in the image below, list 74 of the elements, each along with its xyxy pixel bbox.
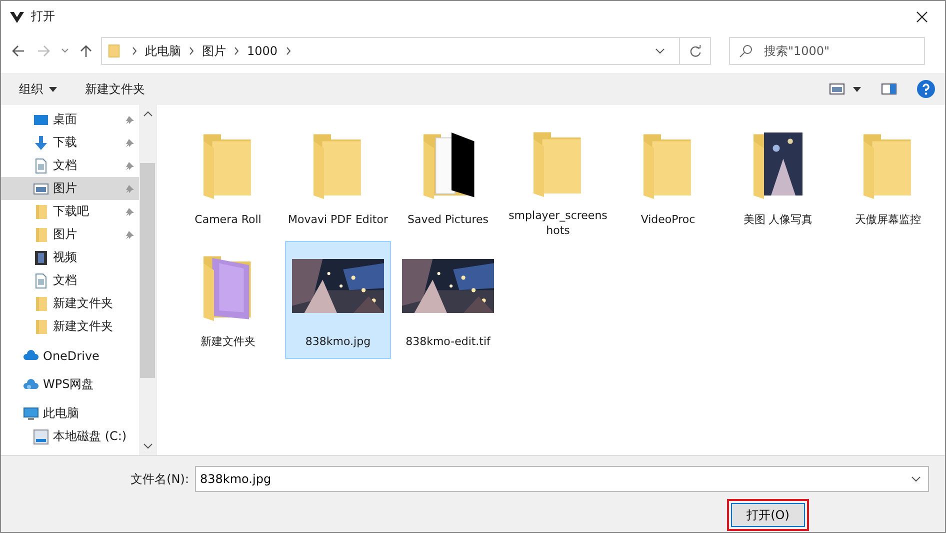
breadcrumb[interactable]: 图片 [202, 42, 226, 60]
folder-item[interactable]: VideoProc [615, 119, 721, 237]
document-icon [33, 272, 49, 288]
scroll-up-icon[interactable] [142, 111, 152, 117]
help-icon[interactable] [917, 80, 935, 98]
folder-item[interactable]: Saved Pictures [395, 119, 501, 237]
caret-icon [49, 86, 57, 92]
drive-icon [33, 428, 49, 444]
scroll-down-icon[interactable] [142, 443, 152, 449]
pin-icon [125, 138, 135, 148]
image-file[interactable]: 838kmo-edit.tif [395, 241, 501, 359]
image-file[interactable]: 838kmo.jpg [285, 241, 391, 359]
folder-item[interactable]: 美图 人像写真 [725, 119, 831, 237]
document-icon [33, 158, 49, 174]
sidebar-item[interactable]: 文档 [1, 154, 139, 177]
back-arrow-icon [11, 44, 25, 58]
folder-item[interactable]: 新建文件夹 [175, 241, 281, 359]
folder-item[interactable]: smplayer_screenshots [505, 119, 611, 237]
organize-menu[interactable]: 组织 [13, 78, 63, 100]
address-bar[interactable]: 此电脑 图片 1000 [101, 37, 711, 65]
sidebar-item[interactable]: 文档 [1, 269, 139, 292]
sidebar-item[interactable]: 本地磁盘 (C:) [1, 425, 139, 448]
sidebar-item[interactable]: OneDrive [1, 344, 139, 367]
film-icon [33, 250, 49, 266]
scrollbar[interactable] [139, 105, 156, 455]
pin-icon [125, 230, 135, 240]
folder-icon [33, 318, 49, 334]
breadcrumb[interactable]: 1000 [247, 44, 278, 58]
search-icon [739, 44, 753, 58]
sidebar-item[interactable]: 桌面 [1, 108, 139, 131]
view-icon[interactable] [829, 83, 845, 95]
sidebar-item[interactable]: 视频 [1, 246, 139, 269]
refresh-icon [688, 44, 702, 58]
sidebar-item[interactable]: 下载 [1, 131, 139, 154]
monitor-icon [23, 406, 39, 422]
breadcrumb[interactable]: 此电脑 [145, 42, 181, 60]
window-title: 打开 [31, 8, 55, 25]
sidebar-item[interactable]: 图片 [1, 177, 139, 200]
pin-icon [125, 184, 135, 194]
download-arrow-icon [33, 134, 49, 150]
filename-field[interactable]: 838kmo.jpg [195, 466, 929, 492]
folder-item[interactable]: Camera Roll [175, 119, 281, 237]
pin-icon [125, 114, 135, 124]
sidebar-item[interactable]: WPS网盘 [1, 373, 139, 396]
caret-icon [61, 48, 69, 54]
folder-icon [33, 204, 49, 220]
folder-icon [108, 43, 120, 59]
dropdown-icon[interactable] [655, 48, 665, 54]
preview-pane-icon[interactable] [881, 83, 897, 95]
folder-icon [33, 226, 49, 242]
forward-arrow-icon [37, 44, 51, 58]
folder-icon [33, 296, 49, 312]
sidebar-item[interactable]: 图片 [1, 223, 139, 246]
pin-icon [125, 206, 135, 216]
pin-icon [125, 160, 135, 170]
search-field[interactable]: 搜索"1000" [729, 37, 925, 65]
open-button[interactable]: 打开(O) [731, 503, 805, 527]
sidebar-item[interactable]: 下载吧 [1, 200, 139, 223]
sidebar-item[interactable]: 新建文件夹 [1, 315, 139, 338]
dropdown-icon[interactable] [911, 476, 921, 482]
filename-label: 文件名(N): [130, 470, 189, 488]
new-folder-button[interactable]: 新建文件夹 [79, 78, 151, 100]
folder-item[interactable]: 天傲屏幕监控 [835, 119, 941, 237]
sidebar-item[interactable]: 此电脑 [1, 402, 139, 425]
chevron-icon [132, 47, 137, 55]
sidebar-item[interactable]: 新建文件夹 [1, 292, 139, 315]
chevron-icon [286, 47, 291, 55]
chevron-icon [234, 47, 239, 55]
chevron-icon [189, 47, 194, 55]
picture-icon [33, 180, 49, 196]
caret-icon[interactable] [853, 86, 861, 92]
close-icon [916, 10, 928, 22]
folder-item[interactable]: Movavi PDF Editor [285, 119, 391, 237]
up-arrow-icon [79, 44, 93, 58]
